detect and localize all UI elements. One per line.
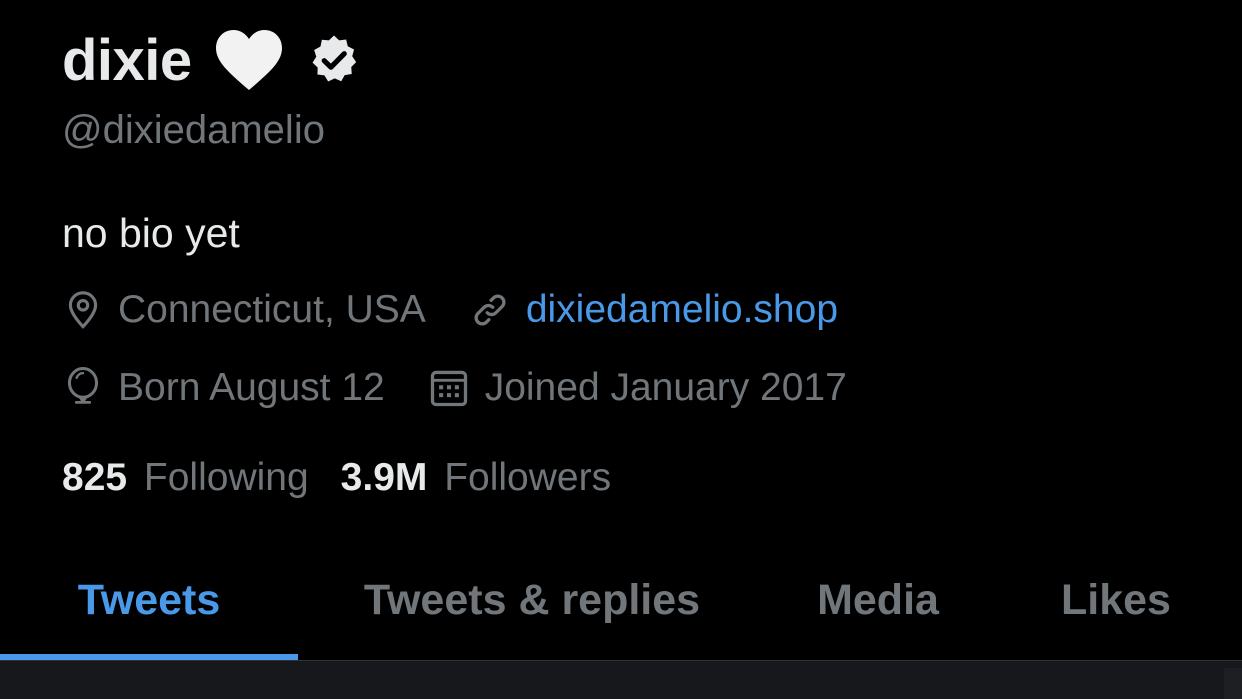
- following-label: Following: [143, 456, 309, 499]
- tab-media[interactable]: Media: [766, 540, 990, 660]
- verified-badge-icon: [312, 35, 356, 82]
- location-pin-icon: [68, 291, 98, 329]
- website-item[interactable]: dixiedamelio.shop: [468, 288, 838, 332]
- timeline-area: [0, 661, 1242, 699]
- birthday-item: Born August 12: [62, 366, 385, 410]
- display-name: dixie: [62, 27, 192, 93]
- balloon-icon: [67, 367, 99, 404]
- tab-tweets-and-replies[interactable]: Tweets & replies: [298, 540, 766, 660]
- following-count: 825: [62, 456, 128, 499]
- tab-tweets[interactable]: Tweets: [0, 540, 298, 660]
- location-item: Connecticut, USA: [62, 288, 426, 332]
- profile-meta-row-1: Connecticut, USA dixiedamelio.shop: [62, 288, 880, 332]
- link-icon: [474, 294, 506, 326]
- birthday-text: Born August 12: [118, 366, 385, 409]
- scrollbar-edge[interactable]: [1224, 668, 1242, 699]
- joined-text: Joined January 2017: [484, 366, 847, 409]
- following-stat[interactable]: 825 Following: [62, 456, 309, 500]
- follow-stats: 825 Following 3.9M Followers: [62, 456, 643, 500]
- profile-tabs: Tweets Tweets & replies Media Likes: [0, 540, 1242, 660]
- followers-count: 3.9M: [340, 456, 428, 499]
- website-link[interactable]: dixiedamelio.shop: [526, 288, 838, 332]
- joined-item: Joined January 2017: [427, 366, 847, 410]
- followers-stat[interactable]: 3.9M Followers: [341, 456, 611, 500]
- name-row: dixie: [62, 20, 362, 100]
- calendar-icon: [430, 370, 467, 407]
- location-text: Connecticut, USA: [118, 288, 426, 331]
- profile-header: dixie @dixiedamelio no bio yet Connectic…: [0, 0, 1242, 699]
- profile-meta-row-2: Born August 12 Joined January 2017: [62, 366, 889, 410]
- tab-likes[interactable]: Likes: [990, 540, 1242, 660]
- followers-label: Followers: [444, 456, 612, 499]
- profile-bio: no bio yet: [62, 210, 240, 256]
- profile-handle: @dixiedamelio: [62, 108, 325, 152]
- white-heart-icon: [215, 30, 282, 90]
